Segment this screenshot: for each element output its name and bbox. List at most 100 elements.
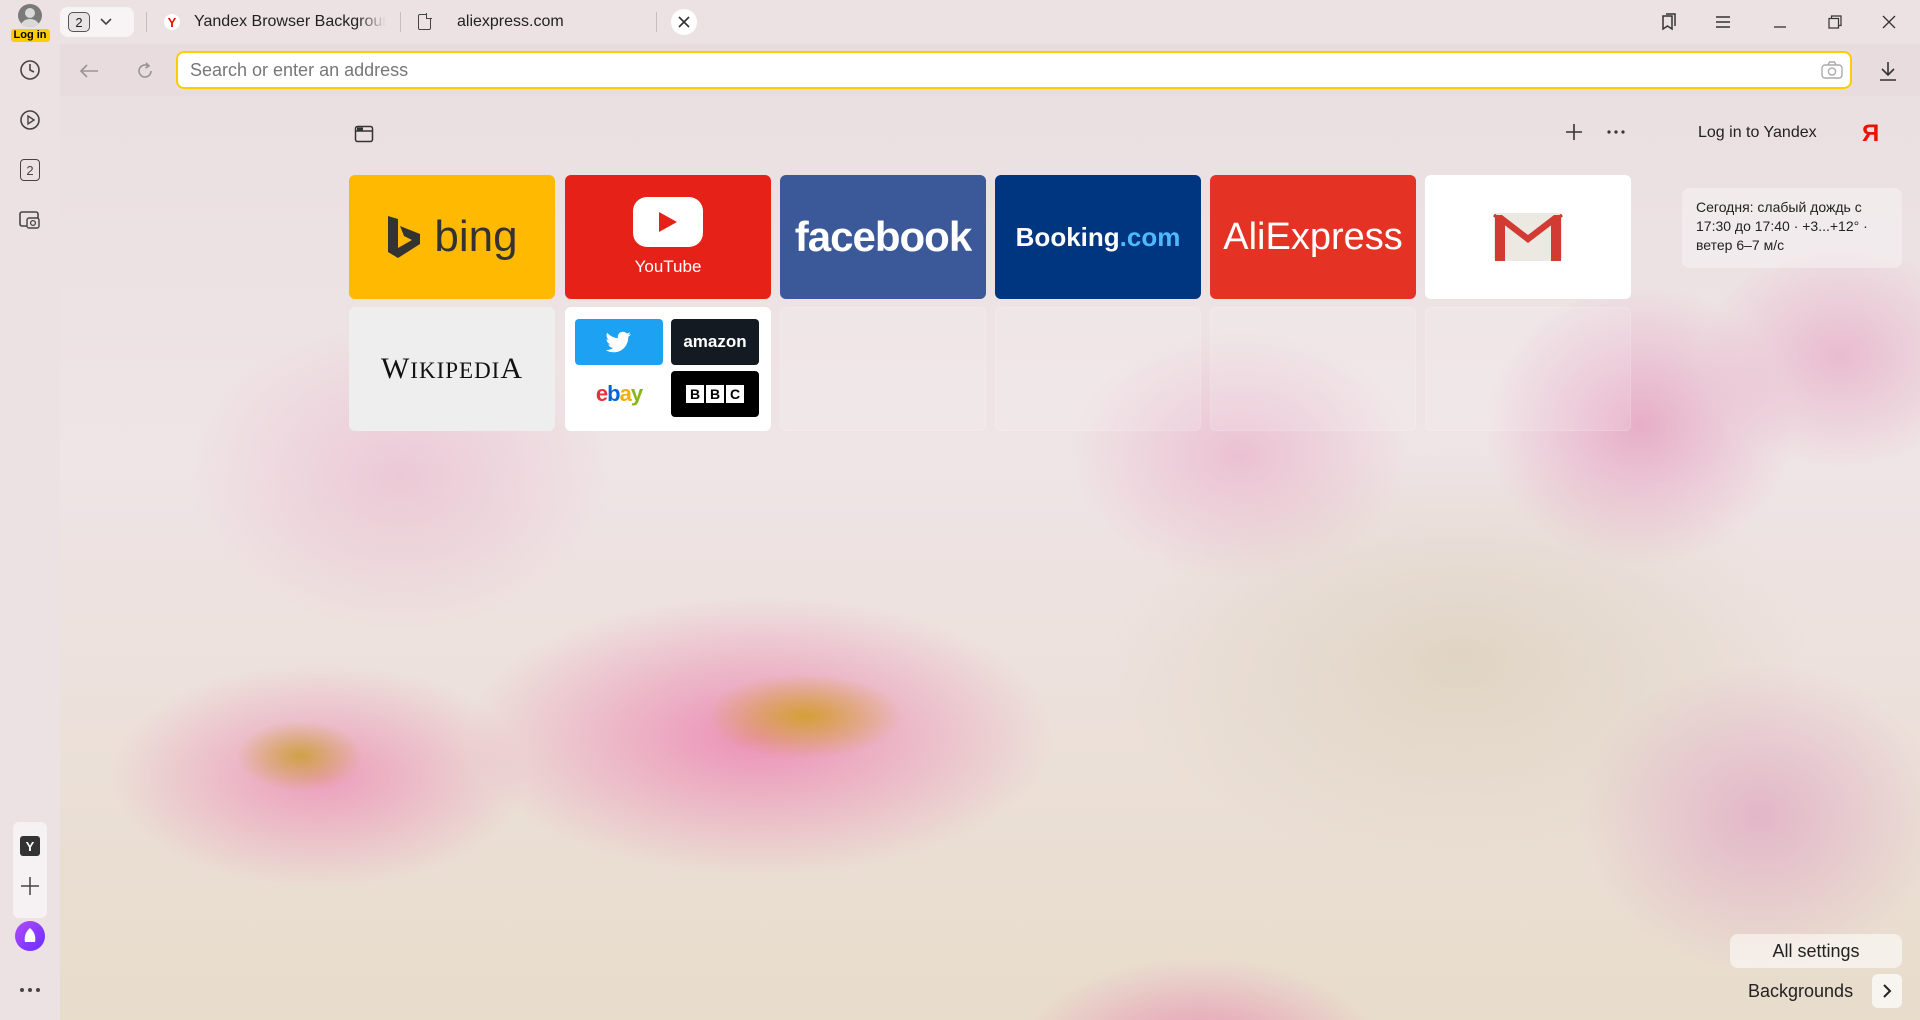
tile-bbc[interactable]: BBC	[671, 371, 759, 417]
tile-twitter[interactable]	[575, 319, 663, 365]
ebay-b: b	[607, 381, 620, 406]
close-tab-button[interactable]	[671, 9, 697, 35]
tabs-icon: 2	[20, 159, 40, 181]
downloads-button[interactable]	[1872, 56, 1904, 86]
camera-search-button[interactable]	[1814, 61, 1850, 79]
booking-main: Booking	[1015, 221, 1120, 252]
login-label: Log in	[10, 29, 50, 42]
login-button[interactable]: Log in	[8, 4, 52, 42]
menu-icon	[1716, 16, 1730, 28]
tab-separator	[400, 12, 401, 32]
ebay-label: ebay	[595, 381, 643, 407]
tiles-more-button[interactable]	[1602, 120, 1630, 144]
yandex-icon: Y	[20, 836, 40, 856]
tab-yandex-backgrounds[interactable]: Y Yandex Browser Backgrounds	[164, 7, 396, 37]
bookmarks-icon	[1662, 13, 1676, 31]
wiki-w: W	[380, 352, 411, 385]
history-icon	[20, 60, 40, 80]
tile-folder[interactable]: amazon ebay BBC	[565, 307, 771, 431]
tab-separator	[656, 12, 657, 32]
tile-bing[interactable]: bing	[349, 175, 555, 299]
yandex-logo[interactable]: Я	[1862, 120, 1879, 148]
tile-youtube[interactable]: YouTube	[565, 175, 771, 299]
tabs-button[interactable]: 2	[14, 154, 46, 186]
chevron-right-icon[interactable]	[1872, 974, 1902, 1008]
chevron-down-icon	[100, 15, 112, 29]
tile-empty[interactable]	[780, 307, 986, 431]
weather-text: Сегодня: слабый дождь с 17:30 до 17:40 ·…	[1696, 199, 1868, 253]
address-input[interactable]	[190, 59, 1814, 81]
tile-booking[interactable]: Booking.com	[995, 175, 1201, 299]
close-icon	[678, 16, 690, 28]
wikipedia-label: WIKIPEDIA	[381, 352, 523, 386]
bbc-letter: C	[726, 385, 744, 403]
tile-wikipedia[interactable]: WIKIPEDIA	[349, 307, 555, 431]
tab-separator	[146, 12, 147, 32]
aliexpress-label: AliExpress	[1223, 215, 1403, 258]
tab-group-button[interactable]: 2	[60, 7, 134, 37]
address-bar[interactable]	[176, 51, 1852, 89]
download-icon	[1880, 62, 1896, 81]
ebay-e: e	[595, 381, 608, 406]
gmail-icon	[1493, 213, 1563, 261]
bookmarks-button[interactable]	[1652, 8, 1686, 36]
more-button[interactable]	[14, 974, 46, 1006]
back-button[interactable]	[74, 56, 104, 86]
media-button[interactable]	[14, 104, 46, 136]
yandex-favicon-icon: Y	[164, 14, 180, 30]
minimize-button[interactable]	[1763, 8, 1797, 36]
reload-button[interactable]	[130, 56, 160, 86]
bbc-letter: B	[706, 385, 724, 403]
document-icon	[418, 13, 432, 30]
tile-aliexpress[interactable]: AliExpress	[1210, 175, 1416, 299]
ebay-y: y	[630, 381, 643, 406]
all-settings-label: All settings	[1772, 940, 1860, 961]
user-icon	[18, 4, 42, 27]
backgrounds-label: Backgrounds	[1748, 980, 1854, 1001]
history-button[interactable]	[14, 54, 46, 86]
booking-label: Booking.com	[1016, 222, 1181, 253]
more-icon	[20, 988, 40, 992]
add-panel-button[interactable]	[14, 870, 46, 902]
open-window-button[interactable]	[354, 124, 374, 144]
close-window-button[interactable]	[1872, 8, 1906, 36]
add-tile-button[interactable]	[1562, 120, 1586, 144]
alice-button[interactable]	[14, 920, 46, 952]
login-yandex-link[interactable]: Log in to Yandex	[1698, 124, 1817, 142]
weather-widget[interactable]: Сегодня: слабый дождь с 17:30 до 17:40 ·…	[1682, 188, 1902, 268]
menu-button[interactable]	[1706, 8, 1740, 36]
tile-empty[interactable]	[1210, 307, 1416, 431]
close-icon	[1882, 15, 1896, 29]
tile-amazon[interactable]: amazon	[671, 319, 759, 365]
youtube-play-icon	[633, 197, 703, 247]
restore-icon	[1828, 15, 1842, 29]
all-settings-button[interactable]: All settings	[1730, 934, 1902, 968]
tile-facebook[interactable]: facebook	[780, 175, 986, 299]
amazon-label: amazon	[683, 332, 747, 351]
tile-ebay[interactable]: ebay	[575, 371, 663, 417]
play-icon	[20, 110, 40, 130]
new-tab-background	[60, 96, 1920, 1020]
more-icon	[1607, 130, 1625, 134]
bing-icon	[388, 216, 421, 258]
bbc-letter: B	[686, 385, 704, 403]
tile-empty[interactable]	[995, 307, 1201, 431]
bing-label: bing	[434, 212, 518, 261]
camera-icon	[1821, 61, 1843, 79]
wiki-a: A	[500, 352, 524, 385]
screenshot-button[interactable]	[14, 204, 46, 236]
backgrounds-button[interactable]: Backgrounds	[1730, 974, 1902, 1008]
tile-gmail[interactable]	[1425, 175, 1631, 299]
yandex-button[interactable]: Y	[14, 830, 46, 862]
title-bar: Log in 2 Y Yandex Browser Backgrounds al…	[0, 0, 1920, 44]
tab-group-count: 2	[68, 12, 90, 32]
wiki-rest: IKIPEDI	[410, 358, 501, 383]
side-panel: 2 Y	[0, 44, 60, 1020]
twitter-icon	[606, 331, 631, 353]
reload-icon	[138, 62, 152, 78]
tab-aliexpress[interactable]: aliexpress.com	[418, 7, 658, 37]
minimize-icon	[1774, 26, 1786, 28]
restore-button[interactable]	[1818, 8, 1852, 36]
tile-empty[interactable]	[1425, 307, 1631, 431]
screenshot-icon	[19, 211, 40, 229]
